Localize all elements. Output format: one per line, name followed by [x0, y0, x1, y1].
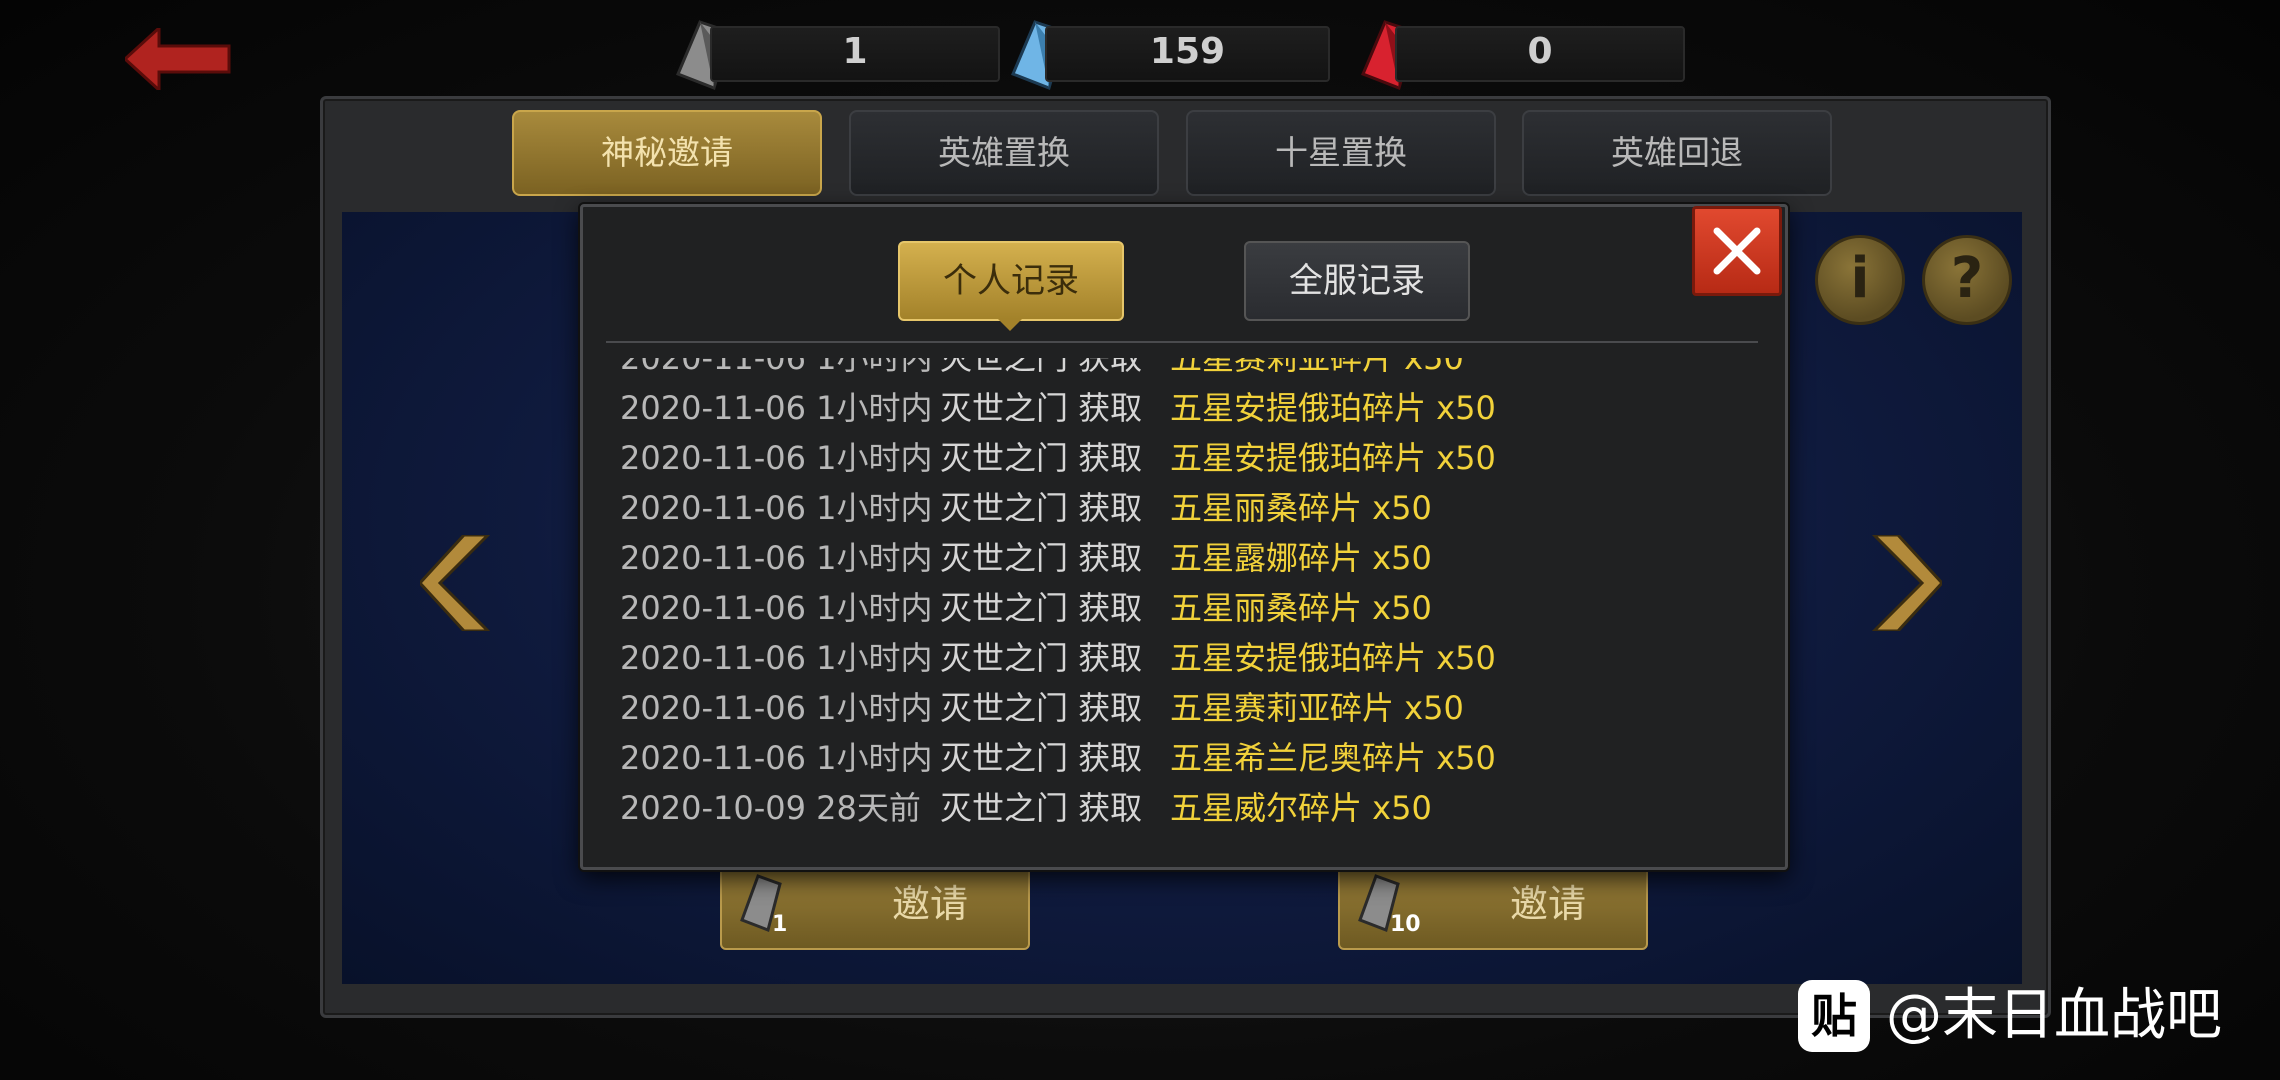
info-button[interactable]: i — [1815, 235, 1905, 325]
record-item: 五星赛莉亚碎片 x50 — [1170, 358, 1464, 377]
record-item: 五星安提俄珀碎片 x50 — [1170, 639, 1496, 677]
red-crystal-count: 0 — [1527, 31, 1553, 72]
record-date: 2020-11-06 1小时内 — [620, 389, 933, 427]
record-date: 2020-11-06 1小时内 — [620, 739, 933, 777]
watermark-text: @末日血战吧 — [1886, 983, 2222, 1048]
record-date: 2020-11-06 1小时内 — [620, 539, 933, 577]
close-button[interactable] — [1692, 206, 1782, 296]
record-item: 五星丽桑碎片 x50 — [1170, 589, 1432, 627]
tab-mystery-invite[interactable]: 神秘邀请 — [512, 110, 822, 196]
currency-gray-crystal: 1 — [670, 18, 1000, 90]
record-action: 灭世之门 获取 — [940, 389, 1143, 427]
invite-label: 邀请 — [1509, 882, 1586, 926]
record-date: 2020-11-06 1小时内 — [620, 589, 933, 627]
record-date: 2020-10-09 28天前 — [620, 789, 921, 827]
record-item: 五星丽桑碎片 x50 — [1170, 489, 1432, 527]
divider — [606, 341, 1758, 343]
tab-server-record[interactable]: 全服记录 — [1244, 241, 1470, 321]
close-icon — [1713, 227, 1761, 275]
invite-1-button[interactable]: 1 邀请 — [720, 858, 1030, 950]
record-date: 2020-11-06 1小时内 — [620, 439, 933, 477]
record-date: 2020-11-06 1小时内 — [620, 689, 933, 727]
record-action: 灭世之门 获取 — [940, 539, 1143, 577]
record-action: 灭世之门 获取 — [940, 439, 1143, 477]
currency-red-crystal: 0 — [1355, 18, 1685, 90]
invite-cost: 1 — [772, 912, 788, 937]
tab-hero-revert[interactable]: 英雄回退 — [1522, 110, 1832, 196]
tab-personal-record[interactable]: 个人记录 — [898, 241, 1124, 321]
record-item: 五星安提俄珀碎片 x50 — [1170, 439, 1496, 477]
record-date: 2020-11-06 1小时内 — [620, 489, 933, 527]
gray-crystal-count: 1 — [842, 31, 868, 72]
record-action: 灭世之门 获取 — [940, 639, 1143, 677]
record-action: 灭世之门 获取 — [940, 739, 1143, 777]
record-item: 五星希兰尼奥碎片 x50 — [1170, 739, 1496, 777]
active-tab-pointer — [998, 319, 1022, 331]
blue-crystal-count: 159 — [1149, 31, 1226, 72]
record-action: 灭世之门 获取 — [940, 589, 1143, 627]
tieba-logo-icon: 贴 — [1798, 980, 1870, 1052]
record-action: 灭世之门 获取 — [940, 489, 1143, 527]
invite-cost: 10 — [1390, 912, 1421, 937]
record-list[interactable]: 2020-11-06 1小时内 灭世之门 获取 五星赛莉亚碎片 x50 2020-11… — [606, 358, 1758, 828]
record-date: 2020-11-06 1小时内 — [620, 639, 933, 677]
currency-blue-crystal: 159 — [1005, 18, 1330, 90]
invite-10-button[interactable]: 10 邀请 — [1338, 858, 1648, 950]
record-item: 五星露娜碎片 x50 — [1170, 539, 1432, 577]
invite-label: 邀请 — [891, 882, 968, 926]
record-item: 五星安提俄珀碎片 x50 — [1170, 389, 1496, 427]
record-action: 灭世之门 获取 — [940, 789, 1143, 827]
tab-hero-swap[interactable]: 英雄置换 — [849, 110, 1159, 196]
back-arrow-icon[interactable] — [122, 24, 235, 94]
prev-arrow-icon[interactable] — [417, 533, 500, 633]
record-action: 灭世之门 获取 — [940, 358, 1143, 377]
record-item: 五星威尔碎片 x50 — [1170, 789, 1432, 827]
record-item: 五星赛莉亚碎片 x50 — [1170, 689, 1464, 727]
next-arrow-icon[interactable] — [1862, 533, 1945, 633]
tab-ten-star-swap[interactable]: 十星置换 — [1186, 110, 1496, 196]
record-date: 2020-11-06 1小时内 — [620, 358, 933, 377]
help-button[interactable]: ? — [1922, 235, 2012, 325]
record-action: 灭世之门 获取 — [940, 689, 1143, 727]
